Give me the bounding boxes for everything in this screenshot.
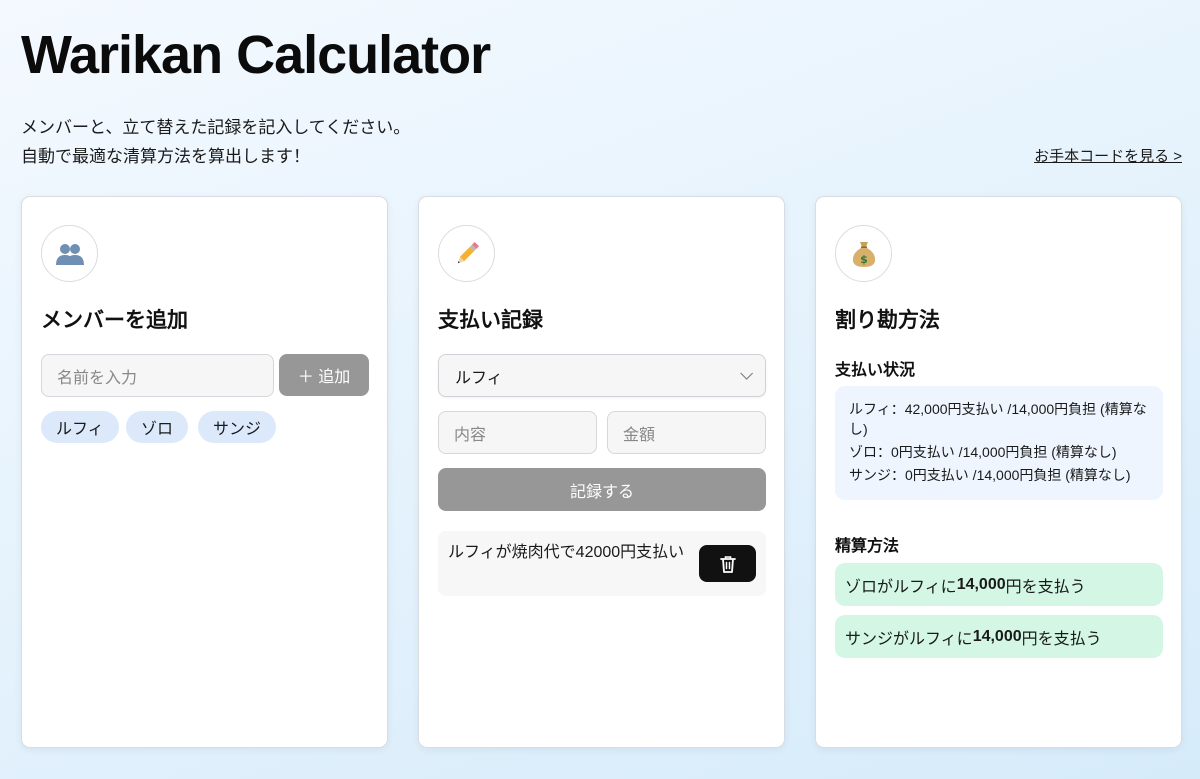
status-line: ルフィ：42,000円支払い /14,000円負担 (精算なし) — [849, 401, 1147, 437]
trash-icon — [719, 555, 736, 573]
member-chip: ゾロ — [126, 411, 189, 443]
settlement-from: サンジがルフィに — [845, 630, 973, 648]
members-title: メンバーを追加 — [41, 309, 188, 332]
sample-code-link[interactable]: お手本コードを見る > — [1034, 145, 1182, 166]
status-label: 支払い状況 — [835, 362, 916, 379]
page-subtitle: メンバーと、立て替えた記録を記入してください。 自動で最適な清算方法を算出します… — [21, 113, 410, 171]
money-bag-icon: $ — [835, 225, 892, 282]
member-name-input[interactable]: 名前を入力 — [41, 354, 274, 397]
subtitle-line-2: 自動で最適な清算方法を算出します！ — [21, 147, 310, 166]
payments-card: 支払い記録 ルフィ 内容 金額 記録する ルフィが焼肉代で42000円支払い — [418, 196, 785, 748]
status-line: サンジ：0円支払い /14,000円負担 (精算なし) — [849, 467, 1131, 483]
amount-input[interactable]: 金額 — [607, 411, 766, 454]
settlement-suffix: 円を支払う — [1005, 578, 1086, 596]
payer-select[interactable]: ルフィ — [438, 354, 766, 397]
settlement-suffix: 円を支払う — [1021, 630, 1102, 648]
people-icon — [41, 225, 98, 282]
member-chip: サンジ — [198, 411, 277, 443]
record-button[interactable]: 記録する — [438, 468, 766, 511]
chevron-down-icon — [740, 367, 753, 380]
settlement-from: ゾロがルフィに — [845, 578, 957, 596]
members-card: メンバーを追加 名前を入力 ＋ 追加 ルフィ ゾロ サンジ — [21, 196, 388, 748]
payments-title: 支払い記録 — [438, 309, 543, 332]
content-input[interactable]: 内容 — [438, 411, 597, 454]
member-chip: ルフィ — [41, 411, 119, 443]
delete-record-button[interactable] — [699, 545, 756, 582]
list-item: ルフィが焼肉代で42000円支払い — [438, 531, 766, 596]
status-line: ゾロ：0円支払い /14,000円負担 (精算なし) — [849, 444, 1117, 460]
settlement-amount: 14,000 — [972, 627, 1022, 645]
settlement-item: ゾロがルフィに 14,000 円を支払う — [835, 563, 1163, 606]
method-label: 精算方法 — [835, 538, 900, 555]
svg-text:$: $ — [860, 253, 868, 266]
status-box: ルフィ：42,000円支払い /14,000円負担 (精算なし) ゾロ：0円支払… — [835, 386, 1163, 500]
page-title: Warikan Calculator — [21, 25, 491, 85]
subtitle-line-1: メンバーと、立て替えた記録を記入してください。 — [21, 118, 411, 137]
pencil-icon — [438, 225, 495, 282]
record-text: ルフィが焼肉代で42000円支払い — [448, 544, 685, 561]
split-card: $ 割り勘方法 支払い状況 ルフィ：42,000円支払い /14,000円負担 … — [815, 196, 1182, 748]
settlement-amount: 14,000 — [956, 575, 1006, 593]
settlement-item: サンジがルフィに 14,000 円を支払う — [835, 615, 1163, 658]
split-title: 割り勘方法 — [835, 309, 940, 332]
add-member-button[interactable]: ＋ 追加 — [279, 354, 369, 396]
payer-select-value: ルフィ — [455, 369, 503, 387]
